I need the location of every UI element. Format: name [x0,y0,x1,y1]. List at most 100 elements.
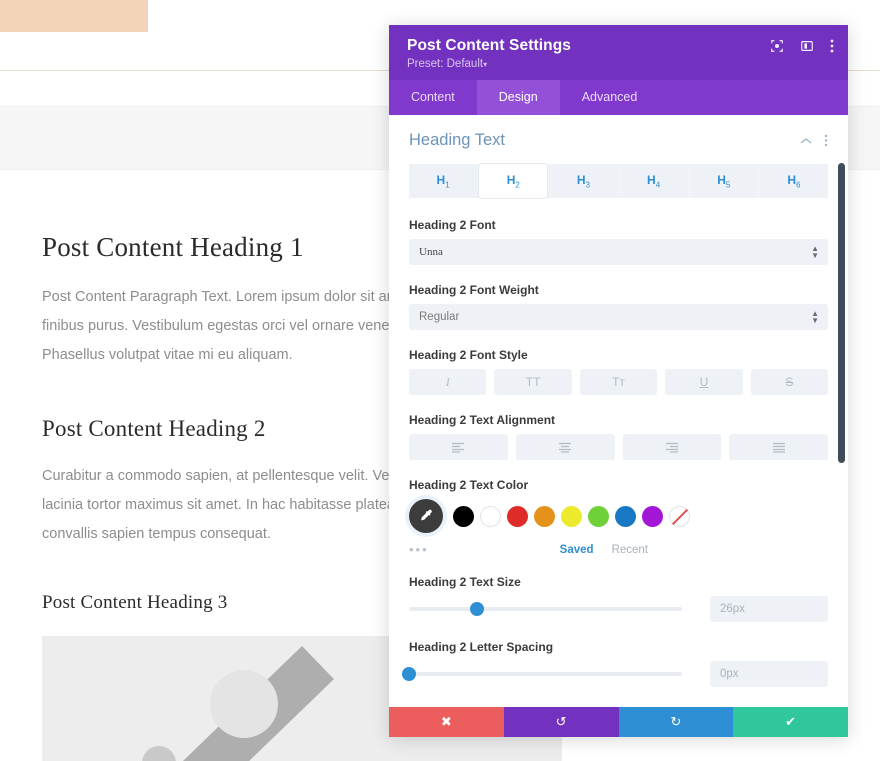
align-right-button[interactable] [622,434,722,461]
color-swatch-row [409,499,828,534]
text-alignment-buttons [409,434,828,461]
font-style-buttons: I TT Tᴛ U S [409,369,829,396]
letter-spacing-label: Heading 2 Letter Spacing [409,640,554,655]
modal-header-actions [770,39,834,53]
tab-content[interactable]: Content [389,80,477,115]
align-justify-button[interactable] [729,434,828,461]
text-size-slider[interactable] [409,599,682,619]
swatch-blue[interactable] [615,505,636,527]
heading-tab-h3[interactable]: H3 [549,164,618,199]
more-vertical-icon[interactable] [830,39,834,53]
tab-design[interactable]: Design [476,80,560,115]
section-more-vertical-icon[interactable] [824,134,828,147]
swatch-white[interactable] [480,505,501,527]
line-height-field: Heading 2 Line Height 1.3em [409,705,828,707]
text-size-input[interactable]: 26px [710,596,828,623]
eyedropper-icon[interactable] [409,499,443,534]
font-weight-field: Heading 2 Font Weight Regular ▲ ▼ [409,283,828,331]
saved-colors-tab[interactable]: Saved [560,544,594,556]
chevron-up-icon[interactable] [800,137,812,145]
slider-thumb[interactable] [402,667,416,682]
chevron-down-icon: ▾ [483,60,488,69]
swatch-red[interactable] [507,505,528,527]
letter-spacing-input[interactable]: 0px [710,661,828,688]
text-size-field: Heading 2 Text Size 26px [409,575,828,623]
h5-label: H [717,173,726,187]
heading-level-tabs: H1 H2 H3 H4 H5 H6 [409,164,829,199]
line-height-label: Heading 2 Line Height [409,705,828,707]
letter-spacing-slider[interactable] [402,664,682,684]
post-content-settings-modal: Post Content Settings Preset: Default▾ C… [389,25,848,737]
section-actions [800,134,828,147]
save-button[interactable]: ✔ [733,707,848,737]
h4-label: H [647,173,656,187]
placeholder-circle-small [142,746,176,761]
align-left-button[interactable] [409,434,508,461]
tab-advanced[interactable]: Advanced [560,80,660,115]
h1-sub: 1 [445,180,450,190]
heading-tab-h6[interactable]: H6 [759,164,829,199]
font-style-field: Heading 2 Font Style I TT Tᴛ U S [409,348,829,396]
close-button[interactable]: ✖ [389,707,504,737]
text-color-label: Heading 2 Text Color [409,478,529,493]
heading-text-section-header: Heading Text [409,129,828,164]
swatch-orange[interactable] [534,505,555,527]
select-arrows-icon: ▲ ▼ [811,244,819,261]
h6-sub: 6 [796,180,801,190]
undo-button[interactable]: ↺ [503,707,619,737]
slider-track [409,672,682,677]
preset-selector[interactable]: Preset: Default▾ [407,58,830,70]
align-center-button[interactable] [515,434,615,461]
settings-scrollbar[interactable] [838,163,845,463]
settings-scroll-area: Heading Text H1 H2 H3 H4 H5 H6 Heading 2… [389,115,848,707]
layout-panel-icon[interactable] [800,39,814,53]
font-style-label: Heading 2 Font Style [409,348,528,363]
h2-sub: 2 [515,180,520,190]
recent-colors-tab[interactable]: Recent [612,544,648,556]
font-field: Heading 2 Font Unna ▲ ▼ [409,218,828,266]
heading-tab-h5[interactable]: H5 [689,164,758,199]
h5-sub: 5 [725,180,731,190]
modal-footer: ✖ ↺ ↻ ✔ [389,707,848,737]
color-more-options-icon[interactable]: ••• [409,542,429,557]
placeholder-circle-large [210,670,278,738]
swatch-yellow[interactable] [561,505,582,527]
capitalize-button[interactable]: Tᴛ [579,369,658,396]
heading-tab-h1[interactable]: H1 [409,164,478,199]
focus-icon[interactable] [770,39,784,53]
redo-button[interactable]: ↻ [618,707,734,737]
header-accent-block [0,0,148,32]
font-weight-select[interactable]: Regular ▲ ▼ [409,304,828,331]
uppercase-button[interactable]: TT [494,369,572,396]
letter-spacing-field: Heading 2 Letter Spacing 0px [402,640,828,688]
heading-tab-h2[interactable]: H2 [479,164,548,199]
text-color-field: Heading 2 Text Color ••• Saved Recent [409,478,828,557]
underline-button[interactable]: U [665,369,743,396]
preset-label: Preset: Default [407,58,484,70]
heading-tab-h4[interactable]: H4 [619,164,688,199]
font-weight-label: Heading 2 Font Weight [409,283,539,298]
slider-thumb[interactable] [470,602,485,617]
modal-tab-bar: Content Design Advanced [389,80,848,115]
text-alignment-field: Heading 2 Text Alignment [409,413,828,461]
swatch-transparent[interactable] [669,505,690,527]
text-alignment-label: Heading 2 Text Alignment [409,413,556,428]
h4-sub: 4 [655,180,661,190]
h6-label: H [787,173,797,187]
modal-title: Post Content Settings [407,37,571,54]
swatch-purple[interactable] [642,505,663,527]
italic-button[interactable]: I [409,369,487,396]
color-palette-tabs: Saved Recent [560,544,648,556]
swatch-black[interactable] [453,505,474,527]
font-weight-value: Regular [419,311,460,324]
color-swatch-footer: ••• Saved Recent [409,542,828,557]
strikethrough-button[interactable]: S [750,369,829,396]
section-title: Heading Text [409,131,506,149]
swatch-green[interactable] [588,505,609,527]
font-select[interactable]: Unna ▲ ▼ [409,239,828,266]
text-size-label: Heading 2 Text Size [409,575,521,590]
modal-body: Heading Text H1 H2 H3 H4 H5 H6 Heading 2… [389,115,848,707]
h3-label: H [576,173,586,187]
letter-spacing-control: 0px [402,661,828,688]
placeholder-mountain-shape [64,646,334,761]
